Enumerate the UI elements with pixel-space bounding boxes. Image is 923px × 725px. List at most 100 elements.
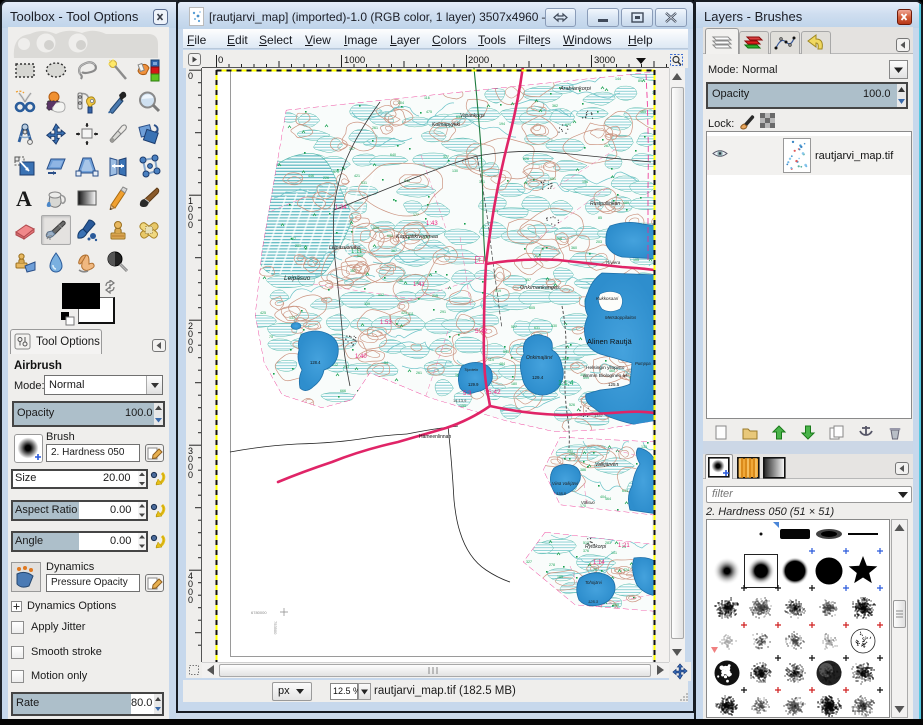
svg-text:1:11: 1:11 (351, 249, 363, 255)
svg-text:1:41: 1:41 (413, 282, 425, 288)
svg-text:Kukkosaari: Kukkosaari (596, 296, 619, 301)
svg-text:565: 565 (556, 237, 562, 241)
svg-text:465: 465 (640, 110, 646, 114)
svg-text:230: 230 (295, 244, 301, 248)
svg-text:125.3: 125.3 (588, 599, 599, 604)
svg-text:424: 424 (401, 311, 407, 315)
svg-text:1:21: 1:21 (618, 543, 630, 549)
svg-text:519: 519 (495, 289, 501, 293)
svg-text:291: 291 (440, 310, 446, 314)
svg-text:215: 215 (432, 294, 438, 298)
svg-text:185: 185 (557, 575, 563, 579)
svg-text:5:42: 5:42 (488, 389, 501, 396)
svg-text:Onkimankangas: Onkimankangas (520, 285, 560, 291)
svg-text:3000: 3000 (594, 55, 615, 66)
svg-text:114: 114 (488, 358, 494, 362)
svg-text:424: 424 (623, 568, 629, 572)
svg-text:278: 278 (549, 563, 555, 567)
svg-text:753500: 753500 (273, 621, 278, 635)
svg-text:Tipotein: Tipotein (464, 367, 479, 372)
svg-text:180: 180 (511, 382, 517, 386)
svg-text:311: 311 (408, 312, 414, 316)
svg-text:Helsingin yliopisto: Helsingin yliopisto (586, 365, 625, 371)
svg-text:Metsäoppilaitos: Metsäoppilaitos (605, 315, 637, 320)
svg-text:327: 327 (526, 560, 532, 564)
svg-text:129.9: 129.9 (468, 382, 479, 387)
svg-text:595: 595 (503, 350, 509, 354)
svg-text:268: 268 (613, 603, 619, 607)
svg-text:427: 427 (290, 237, 296, 241)
svg-text:489: 489 (623, 201, 629, 205)
svg-text:261: 261 (372, 126, 378, 130)
svg-text:261: 261 (416, 371, 422, 375)
svg-text:135.5: 135.5 (556, 491, 567, 496)
svg-text:425: 425 (260, 311, 266, 315)
svg-text:267: 267 (604, 144, 610, 148)
svg-text:89: 89 (638, 79, 642, 83)
svg-text:226: 226 (323, 176, 329, 180)
svg-text:144: 144 (615, 77, 621, 81)
svg-text:1000: 1000 (344, 55, 365, 66)
svg-text:129.4: 129.4 (532, 375, 544, 380)
svg-text:526: 526 (569, 403, 575, 407)
svg-text:194: 194 (499, 122, 505, 126)
svg-text:146: 146 (538, 164, 545, 169)
svg-text:362: 362 (552, 104, 558, 108)
svg-text:0: 0 (218, 55, 223, 66)
svg-text:105: 105 (633, 258, 639, 262)
svg-text:386: 386 (580, 468, 586, 472)
svg-text:421: 421 (354, 174, 360, 178)
svg-text:154: 154 (582, 180, 588, 184)
svg-text:0: 0 (188, 595, 193, 605)
svg-text:391: 391 (567, 449, 573, 453)
svg-text:530: 530 (551, 324, 557, 328)
svg-text:367: 367 (391, 249, 397, 253)
svg-text:54: 54 (384, 361, 388, 365)
svg-text:Tohojärvi: Tohojärvi (585, 580, 603, 585)
svg-text:A: A (16, 186, 32, 210)
svg-text:527: 527 (511, 325, 517, 329)
svg-text:Kappalikivenmaa: Kappalikivenmaa (396, 234, 438, 240)
svg-text:Rustpollinkan: Rustpollinkan (590, 201, 620, 207)
svg-text:Hämeenlinnan: Hämeenlinnan (419, 434, 451, 440)
svg-text:360: 360 (571, 246, 577, 250)
svg-text:36: 36 (399, 279, 403, 283)
svg-text:14:13,9: 14:13,9 (453, 398, 467, 403)
svg-text:570: 570 (333, 170, 339, 174)
svg-text:Pumppa: Pumppa (635, 361, 651, 366)
svg-text:Leipäsuo: Leipäsuo (284, 275, 311, 282)
svg-text:ammin Biologinen as: ammin Biologinen as (583, 373, 628, 379)
svg-text:101: 101 (611, 551, 617, 555)
svg-text:1347: 1347 (594, 413, 604, 418)
svg-text:137: 137 (289, 316, 295, 320)
svg-text:0: 0 (188, 71, 193, 81)
svg-text:116: 116 (424, 96, 430, 100)
svg-text:85: 85 (598, 216, 602, 220)
svg-text:601: 601 (387, 234, 393, 238)
svg-text:1:1,4: 1:1,4 (558, 380, 574, 387)
svg-text:130: 130 (452, 169, 458, 173)
svg-text:125.5: 125.5 (608, 382, 620, 387)
svg-text:Viinä Valkjärvi: Viinä Valkjärvi (552, 481, 579, 486)
svg-text:464: 464 (605, 497, 611, 501)
svg-text:0: 0 (188, 220, 193, 230)
svg-text:1:53: 1:53 (380, 320, 392, 326)
svg-text:79: 79 (593, 568, 597, 572)
svg-text:1:43: 1:43 (426, 221, 438, 227)
svg-text:446: 446 (308, 174, 314, 178)
svg-text:128.4: 128.4 (310, 360, 321, 365)
svg-text:203: 203 (596, 240, 602, 244)
svg-text:Alinen Rautjä: Alinen Rautjä (587, 337, 632, 346)
svg-text:304: 304 (398, 101, 404, 105)
svg-text:Riviera: Riviera (606, 260, 621, 265)
svg-text:6780000: 6780000 (251, 610, 267, 615)
svg-text:531: 531 (361, 181, 367, 185)
svg-text:387: 387 (350, 269, 356, 273)
svg-text:626: 626 (523, 157, 529, 161)
svg-text:Välisuo: Välisuo (581, 500, 595, 505)
svg-text:631: 631 (534, 326, 540, 330)
svg-text:640: 640 (390, 153, 396, 157)
svg-text:Onkimajärvi: Onkimajärvi (526, 355, 553, 361)
svg-text:7: 7 (478, 258, 481, 264)
svg-text:Viipankorpi: Viipankorpi (460, 113, 486, 119)
